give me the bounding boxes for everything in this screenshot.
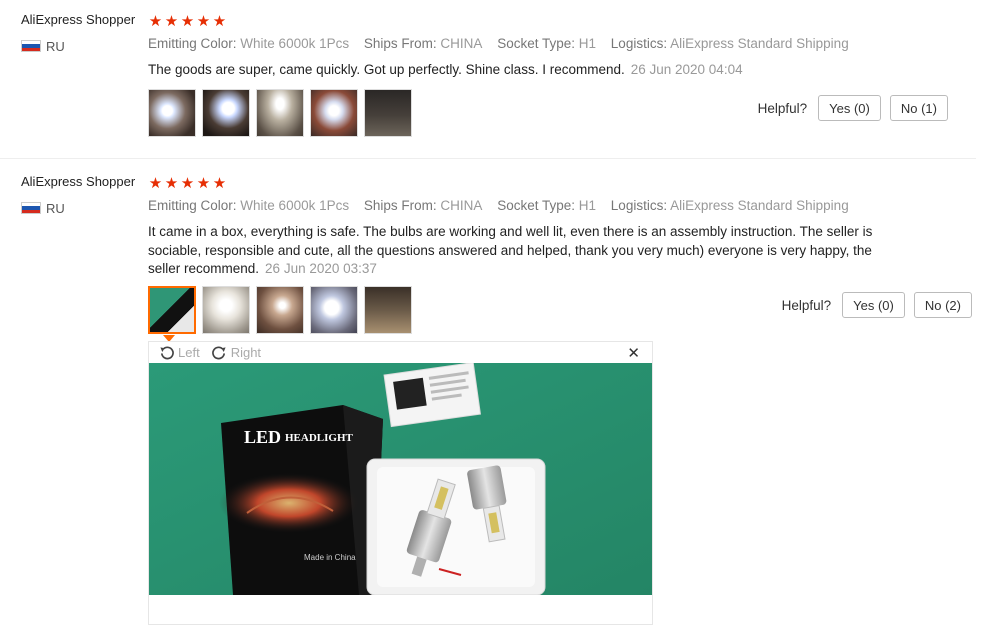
- rotate-left-button[interactable]: Left: [159, 345, 200, 360]
- review-photo-thumbnail[interactable]: [202, 89, 250, 137]
- led-box-photo: LED HEADLIGHT Made in China: [149, 363, 652, 595]
- product-attributes: Emitting Color: White 6000k 1Pcs Ships F…: [148, 36, 860, 51]
- star-icon: ★: [196, 13, 211, 30]
- star-icon: ★: [148, 13, 163, 30]
- review-body: It came in a box, everything is safe. Th…: [148, 224, 873, 276]
- helpful-controls: Helpful? Yes (0) No (2): [782, 292, 972, 318]
- star-icon: ★: [148, 175, 163, 192]
- star-icon: ★: [196, 175, 211, 192]
- helpful-yes-button[interactable]: Yes (0): [818, 95, 881, 121]
- review-photo-thumbnail[interactable]: [310, 89, 358, 137]
- russia-flag-icon: [21, 202, 41, 214]
- review-date: 26 Jun 2020 04:04: [630, 62, 743, 77]
- review-body: The goods are super, came quickly. Got u…: [148, 62, 625, 77]
- rotate-right-icon: [211, 346, 226, 360]
- russia-flag-icon: [21, 40, 41, 52]
- attr-key: Logistics:: [610, 198, 668, 213]
- star-icon: ★: [212, 175, 227, 192]
- photo-viewer-toolbar: Left Right ✕: [149, 342, 652, 363]
- review-date: 26 Jun 2020 03:37: [265, 261, 377, 276]
- review-photo-thumbnail[interactable]: [148, 89, 196, 137]
- helpful-no-button[interactable]: No (2): [913, 292, 972, 318]
- reviewer-name: AliExpress Shopper: [21, 12, 136, 27]
- helpful-controls: Helpful? Yes (0) No (1): [758, 95, 948, 121]
- helpful-label: Helpful?: [781, 297, 832, 313]
- star-icon: ★: [164, 175, 179, 192]
- review-photo-thumbnail[interactable]: [364, 286, 412, 334]
- attr-key: Socket Type:: [497, 198, 575, 213]
- review-text: It came in a box, everything is safe. Th…: [148, 223, 883, 279]
- rotate-right-button[interactable]: Right: [211, 345, 262, 360]
- photo-viewer: Left Right ✕ LED HEADLIGHT Made in China: [148, 341, 653, 625]
- rotate-left-icon: [160, 346, 174, 360]
- close-icon[interactable]: ✕: [627, 344, 640, 362]
- attr-value: H1: [578, 198, 597, 213]
- country-code: RU: [46, 201, 65, 216]
- star-icon: ★: [180, 175, 195, 192]
- star-icon: ★: [180, 13, 195, 30]
- review-photo-thumbnail[interactable]: [364, 89, 412, 137]
- attr-key: Emitting Color:: [148, 198, 237, 213]
- attr-key: Ships From:: [363, 36, 437, 51]
- review-photo-thumbnail-selected[interactable]: [148, 286, 196, 334]
- attr-value: White 6000k 1Pcs: [240, 36, 350, 51]
- review-photo-thumbnail[interactable]: [256, 89, 304, 137]
- star-icon: ★: [164, 13, 179, 30]
- country-code: RU: [46, 39, 65, 54]
- attr-key: Ships From:: [363, 198, 437, 213]
- box-title-led: LED: [244, 427, 281, 447]
- attr-value: AliExpress Standard Shipping: [670, 36, 849, 51]
- review-item: AliExpress Shopper ★ ★ ★ ★ ★ RU Emitting…: [0, 0, 976, 159]
- attr-value: H1: [578, 36, 597, 51]
- helpful-yes-button[interactable]: Yes (0): [842, 292, 905, 318]
- box-title-headlight: HEADLIGHT: [285, 432, 354, 444]
- attr-value: CHINA: [440, 36, 483, 51]
- review-photo-thumbnail[interactable]: [256, 286, 304, 334]
- helpful-label: Helpful?: [757, 100, 808, 116]
- rating-stars: ★ ★ ★ ★ ★: [148, 176, 227, 191]
- box-made-in: Made in China: [304, 553, 356, 562]
- star-icon: ★: [212, 13, 227, 30]
- attr-value: AliExpress Standard Shipping: [670, 198, 849, 213]
- attr-key: Logistics:: [610, 36, 668, 51]
- review-photo-thumbnail[interactable]: [310, 286, 358, 334]
- reviewer-name: AliExpress Shopper: [21, 174, 136, 189]
- rating-stars: ★ ★ ★ ★ ★: [148, 14, 227, 29]
- attr-key: Emitting Color:: [148, 36, 237, 51]
- rotate-left-label: Left: [178, 345, 200, 360]
- attr-value: CHINA: [440, 198, 483, 213]
- review-text: The goods are super, came quickly. Got u…: [148, 61, 883, 80]
- review-photo-thumbnail[interactable]: [202, 286, 250, 334]
- review-photo-large: LED HEADLIGHT Made in China: [149, 363, 652, 595]
- attr-key: Socket Type:: [497, 36, 575, 51]
- rotate-right-label: Right: [230, 345, 262, 360]
- review-photos: [148, 89, 412, 137]
- review-photos: [148, 286, 412, 334]
- attr-value: White 6000k 1Pcs: [240, 198, 350, 213]
- helpful-no-button[interactable]: No (1): [889, 95, 948, 121]
- product-attributes: Emitting Color: White 6000k 1Pcs Ships F…: [148, 198, 860, 213]
